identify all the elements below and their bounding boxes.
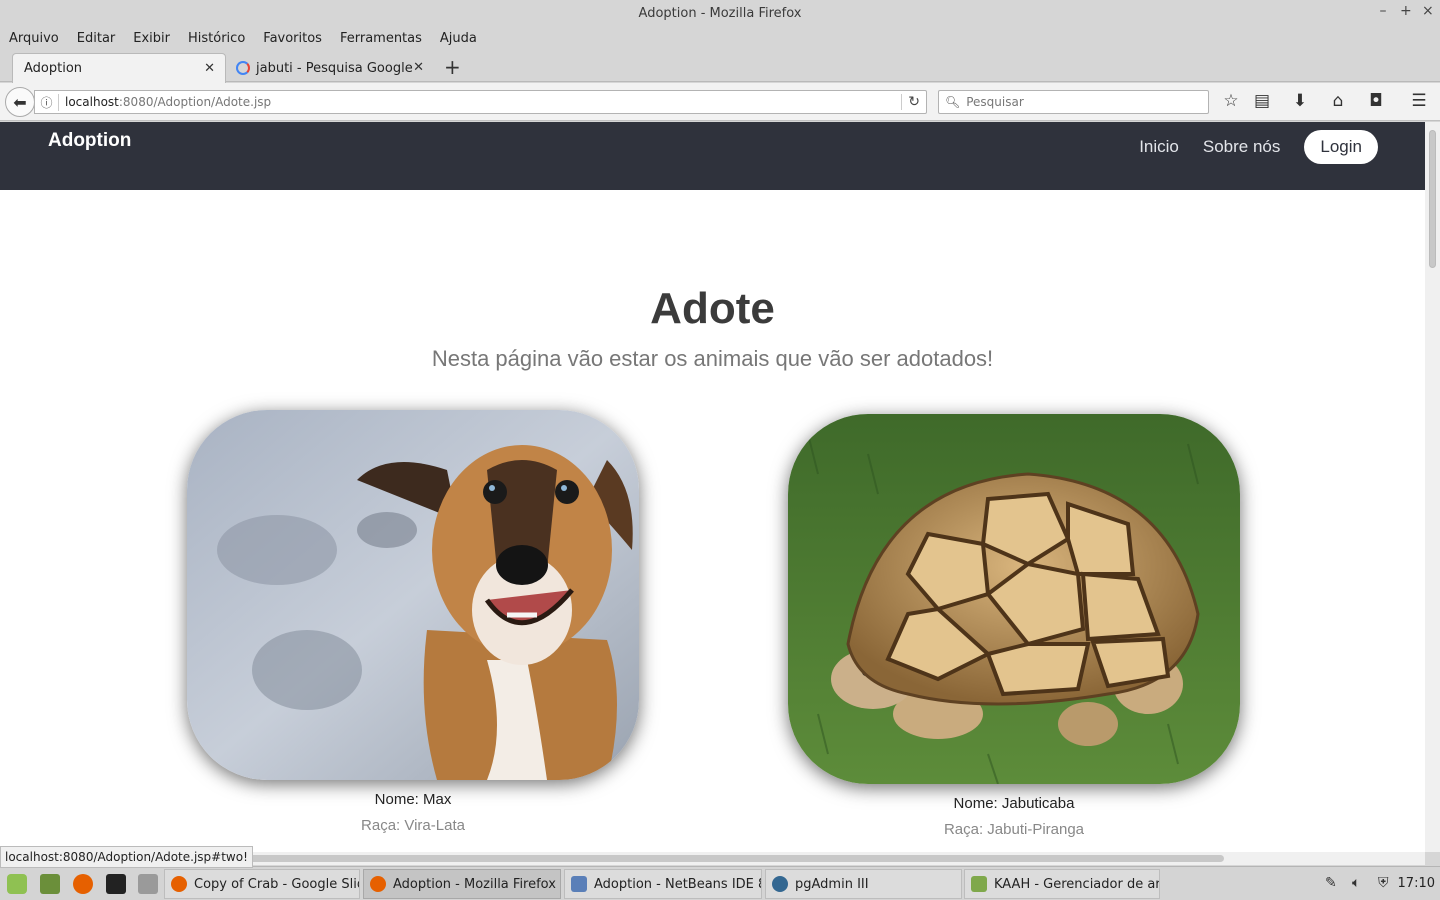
folder-icon [971, 876, 987, 892]
search-placeholder: Pesquisar [966, 95, 1024, 109]
scrollbar-thumb[interactable] [220, 855, 1224, 862]
hamburger-menu-icon[interactable]: ☰ [1408, 91, 1430, 111]
task-file-manager[interactable]: KAAH - Gerenciador de arqu... [964, 869, 1160, 899]
task-label: KAAH - Gerenciador de arqu... [994, 876, 1160, 892]
tab-jabuti-search[interactable]: jabuti - Pesquisa Google ✕ [228, 53, 434, 83]
maximize-icon[interactable]: + [1400, 3, 1412, 19]
reload-icon[interactable]: ↻ [901, 94, 920, 110]
dog-photo[interactable] [187, 410, 639, 780]
site-brand[interactable]: Adoption [48, 130, 131, 152]
volume-icon[interactable]: 🔈︎ [1352, 875, 1360, 891]
menu-historico[interactable]: Histórico [188, 31, 245, 46]
taskbar: Copy of Crab - Google Slides... Adoption… [0, 866, 1440, 900]
info-icon[interactable]: ⓘ [35, 93, 59, 111]
menu-exibir[interactable]: Exibir [133, 31, 170, 46]
task-pgadmin[interactable]: pgAdmin III [765, 869, 962, 899]
download-icon[interactable]: ⬇ [1289, 91, 1311, 111]
task-label: Adoption - Mozilla Firefox [393, 876, 556, 892]
url-path: :8080/Adoption/Adote.jsp [118, 95, 272, 109]
page-subtitle: Nesta página vão estar os animais que vã… [431, 346, 994, 371]
pgadmin-icon [772, 876, 788, 892]
window-titlebar: Adoption - Mozilla Firefox – + × [0, 0, 1440, 26]
scrollbar-thumb[interactable] [1429, 130, 1436, 268]
page-title: Adote [650, 284, 775, 333]
google-icon [236, 61, 250, 75]
nav-link-sobre[interactable]: Sobre nós [1203, 137, 1281, 157]
task-label: Adoption - NetBeans IDE 8.2 [594, 876, 762, 892]
menu-favoritos[interactable]: Favoritos [263, 31, 322, 46]
tab-bar: Adoption ✕ jabuti - Pesquisa Google ✕ [0, 50, 1440, 83]
firefox-launcher-icon[interactable] [73, 874, 93, 894]
files-launcher-icon[interactable] [138, 874, 158, 894]
tab-label: jabuti - Pesquisa Google [256, 60, 413, 76]
bookmark-star-icon[interactable]: ☆ [1220, 91, 1242, 111]
status-url-tooltip: localhost:8080/Adoption/Adote.jsp#two! [0, 846, 253, 868]
netbeans-icon [571, 876, 587, 892]
clock: 17:10 [1397, 876, 1435, 891]
task-netbeans[interactable]: Adoption - NetBeans IDE 8.2 [564, 869, 762, 899]
bookmarks-list-icon[interactable]: ▤ [1251, 91, 1273, 111]
task-label: Copy of Crab - Google Slides... [194, 876, 359, 892]
close-icon[interactable]: × [1422, 3, 1434, 19]
vertical-scrollbar[interactable] [1425, 122, 1440, 852]
pet-race: Raça: Jabuti-Piranga [943, 821, 1085, 838]
back-arrow-icon: ⬅ [13, 92, 27, 112]
window-controls: – + × [1378, 3, 1434, 19]
close-tab-icon[interactable]: ✕ [413, 60, 424, 75]
back-button[interactable]: ⬅ [5, 87, 35, 117]
close-tab-icon[interactable]: ✕ [204, 61, 215, 76]
pet-card-max: Nome: Max Raça: Vira-Lata [187, 410, 639, 834]
new-tab-icon[interactable]: + [444, 55, 461, 79]
menu-arquivo[interactable]: Arquivo [9, 31, 59, 46]
menu-ajuda[interactable]: Ajuda [440, 31, 477, 46]
pet-race: Raça: Vira-Lata [361, 817, 465, 834]
mint-menu-icon[interactable] [7, 874, 27, 894]
site-nav: Inicio Sobre nós Login [1139, 130, 1378, 164]
shield-icon[interactable]: ⛨ [1378, 875, 1389, 891]
home-icon[interactable]: ⌂ [1327, 91, 1349, 111]
tab-label: Adoption [24, 61, 83, 76]
page-viewport: Adoption Inicio Sobre nós Login Adote Ne… [0, 122, 1425, 852]
url-host: localhost [65, 95, 119, 109]
nav-link-inicio[interactable]: Inicio [1139, 137, 1179, 157]
search-input[interactable]: 🔍︎ Pesquisar [938, 90, 1209, 114]
firefox-icon [171, 876, 187, 892]
tab-adoption[interactable]: Adoption ✕ [12, 53, 226, 83]
site-header: Adoption Inicio Sobre nós Login [0, 122, 1425, 190]
window-title: Adoption - Mozilla Firefox [638, 5, 802, 21]
terminal-launcher-icon[interactable] [106, 874, 126, 894]
menu-editar[interactable]: Editar [77, 31, 116, 46]
login-button[interactable]: Login [1304, 130, 1378, 164]
task-label: pgAdmin III [795, 876, 869, 892]
pet-name: Nome: Jabuticaba [953, 795, 1075, 812]
firefox-icon [370, 876, 386, 892]
task-google-slides[interactable]: Copy of Crab - Google Slides... [164, 869, 360, 899]
nav-toolbar: ⬅ ⓘ localhost:8080/Adoption/Adote.jsp ↻ … [0, 83, 1440, 121]
show-desktop-icon[interactable] [40, 874, 60, 894]
url-bar[interactable]: ⓘ localhost:8080/Adoption/Adote.jsp ↻ [34, 90, 927, 114]
network-icon[interactable]: ✎ [1325, 875, 1337, 891]
menu-ferramentas[interactable]: Ferramentas [340, 31, 422, 46]
pocket-icon[interactable]: ◘ [1365, 91, 1387, 111]
pet-name: Nome: Max [374, 791, 452, 808]
menu-bar: Arquivo Editar Exibir Histórico Favorito… [0, 26, 1440, 50]
task-firefox-adoption[interactable]: Adoption - Mozilla Firefox [363, 869, 561, 899]
pet-card-jabuticaba: Nome: Jabuticaba Raça: Jabuti-Piranga [788, 414, 1240, 838]
search-icon: 🔍︎ [945, 95, 961, 109]
tortoise-photo[interactable] [788, 414, 1240, 784]
minimize-icon[interactable]: – [1378, 3, 1388, 19]
